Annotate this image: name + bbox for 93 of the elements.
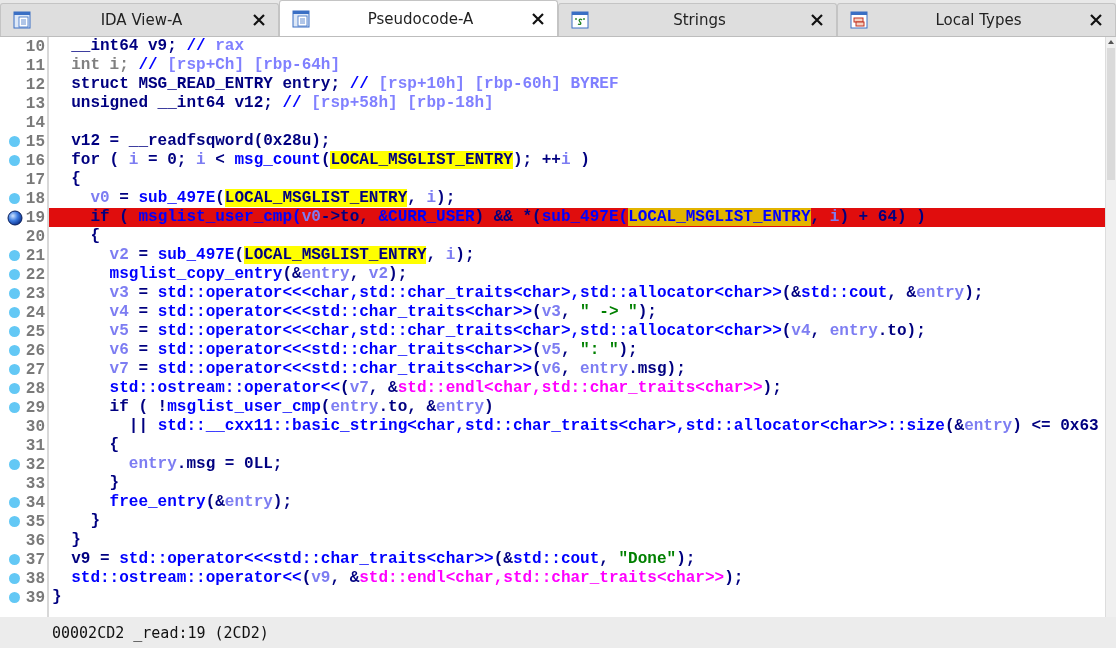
line-number: 30 — [25, 417, 45, 436]
dot-icon[interactable] — [9, 136, 21, 147]
line-number: 24 — [25, 303, 45, 322]
tab[interactable]: Pseudocode-A — [279, 0, 558, 36]
tab-label: Local Types — [934, 11, 1023, 29]
dot-icon[interactable] — [9, 326, 21, 337]
line-number: 38 — [25, 569, 45, 588]
close-icon[interactable] — [810, 13, 824, 27]
breakpoint-icon[interactable] — [6, 209, 23, 226]
line-number: 39 — [25, 588, 45, 607]
code-line: int i; // [rsp+Ch] [rbp-64h] — [70, 56, 341, 75]
line-number: 32 — [25, 455, 45, 474]
code-line: v7 = std::operator<<<std::char_traits<char>>(v6, entry.msg); — [108, 360, 686, 379]
code-line: if ( !msglist_user_cmp(entry.to, &entry) — [108, 398, 494, 417]
line-number: 25 — [25, 322, 45, 341]
close-icon[interactable] — [531, 11, 545, 26]
line-number: 22 — [25, 265, 45, 284]
code-line: v3 = std::operator<<<char,std::char_traits<char>,std::allocator<char>>(&std::cout, &entry); — [108, 284, 984, 303]
dot-icon[interactable] — [9, 573, 21, 584]
code-line: unsigned __int64 v12; // [rsp+58h] [rbp-18h] — [70, 94, 494, 113]
code-line: } — [108, 474, 120, 493]
code-line: { — [70, 170, 81, 189]
tab[interactable]: IDA View-A — [0, 3, 279, 36]
line-number: 31 — [25, 436, 45, 455]
code-line: v12 = __readfsqword(0x28u); — [70, 132, 331, 151]
tab[interactable]: Local Types — [837, 3, 1116, 36]
code-line: v0 = sub_497E(LOCAL_MSGLIST_ENTRY, i); — [89, 189, 456, 208]
code-line: { — [89, 227, 100, 246]
code-line: { — [108, 436, 120, 455]
type-window-icon — [850, 11, 868, 29]
line-number: 36 — [25, 531, 45, 550]
dot-icon[interactable] — [9, 364, 21, 375]
code-line: } — [70, 531, 81, 550]
close-icon[interactable] — [252, 13, 266, 27]
dot-icon[interactable] — [9, 193, 21, 204]
string-window-icon — [571, 11, 589, 29]
line-number: 27 — [25, 360, 45, 379]
code-line: struct MSG_READ_ENTRY entry; // [rsp+10h] [rbp-60h] BYREF — [70, 75, 619, 94]
tab-label: Strings — [672, 11, 727, 29]
code-line: || std::__cxx11::basic_string<char,std::char_traits<char>,std::allocator<char>>::size(&entry) <= 0x63 — [127, 417, 1099, 436]
code-line: std::ostream::operator<<(v7, &std::endl<char,std::char_traits<char>>); — [108, 379, 782, 398]
code-line: v9 = std::operator<<<std::char_traits<char>>(&std::cout, "Done"); — [70, 550, 696, 569]
line-number: 19 — [25, 208, 45, 227]
dot-icon[interactable] — [9, 383, 21, 394]
dot-icon[interactable] — [9, 402, 21, 413]
line-number: 14 — [25, 113, 45, 132]
line-number: 35 — [25, 512, 45, 531]
tab-label: Pseudocode-A — [366, 9, 475, 28]
dot-icon[interactable] — [9, 459, 21, 470]
dot-icon[interactable] — [9, 155, 21, 166]
code-line: v5 = std::operator<<<char,std::char_traits<char>,std::allocator<char>>(v4, entry.to); — [108, 322, 926, 341]
tab-label: IDA View-A — [99, 11, 184, 29]
dot-icon[interactable] — [9, 554, 21, 565]
dot-icon[interactable] — [9, 288, 21, 299]
dot-icon[interactable] — [9, 250, 21, 261]
code-line: __int64 v9; // rax — [70, 37, 245, 56]
line-number: 13 — [25, 94, 45, 113]
line-number: 37 — [25, 550, 45, 569]
line-number: 21 — [25, 246, 45, 265]
line-number: 28 — [25, 379, 45, 398]
line-number: 26 — [25, 341, 45, 360]
dot-icon[interactable] — [9, 497, 21, 508]
line-number: 10 — [25, 37, 45, 56]
line-number: 11 — [25, 56, 45, 75]
line-number: 34 — [25, 493, 45, 512]
document-window-icon — [292, 9, 310, 28]
dot-icon[interactable] — [9, 345, 21, 356]
scrollbar[interactable] — [1105, 37, 1116, 617]
dot-icon[interactable] — [9, 307, 21, 318]
code-line: std::ostream::operator<<(v9, &std::endl<char,std::char_traits<char>>); — [70, 569, 744, 588]
line-number: 20 — [25, 227, 45, 246]
code-line: } — [89, 512, 100, 531]
code-line: msglist_copy_entry(&entry, v2); — [108, 265, 408, 284]
status-text: 00002CD2 _read:19 (2CD2) — [52, 623, 269, 642]
dot-icon[interactable] — [9, 269, 21, 280]
line-number: 29 — [25, 398, 45, 417]
close-icon[interactable] — [1089, 13, 1103, 27]
document-window-icon — [13, 11, 31, 29]
line-number: 33 — [25, 474, 45, 493]
code-line: } — [51, 588, 62, 607]
dot-icon[interactable] — [9, 516, 21, 527]
line-number: 18 — [25, 189, 45, 208]
line-number: 17 — [25, 170, 45, 189]
code-line: v6 = std::operator<<<std::char_traits<char>>(v5, ": "); — [108, 341, 638, 360]
code-line: entry.msg = 0LL; — [127, 455, 283, 474]
line-number: 23 — [25, 284, 45, 303]
line-number: 15 — [25, 132, 45, 151]
code-line: v4 = std::operator<<<std::char_traits<char>>(v3, " -> "); — [108, 303, 657, 322]
line-number: 16 — [25, 151, 45, 170]
tab[interactable]: Strings — [558, 3, 837, 36]
code-line: free_entry(&entry); — [108, 493, 293, 512]
line-number: 12 — [25, 75, 45, 94]
dot-icon[interactable] — [9, 592, 21, 603]
